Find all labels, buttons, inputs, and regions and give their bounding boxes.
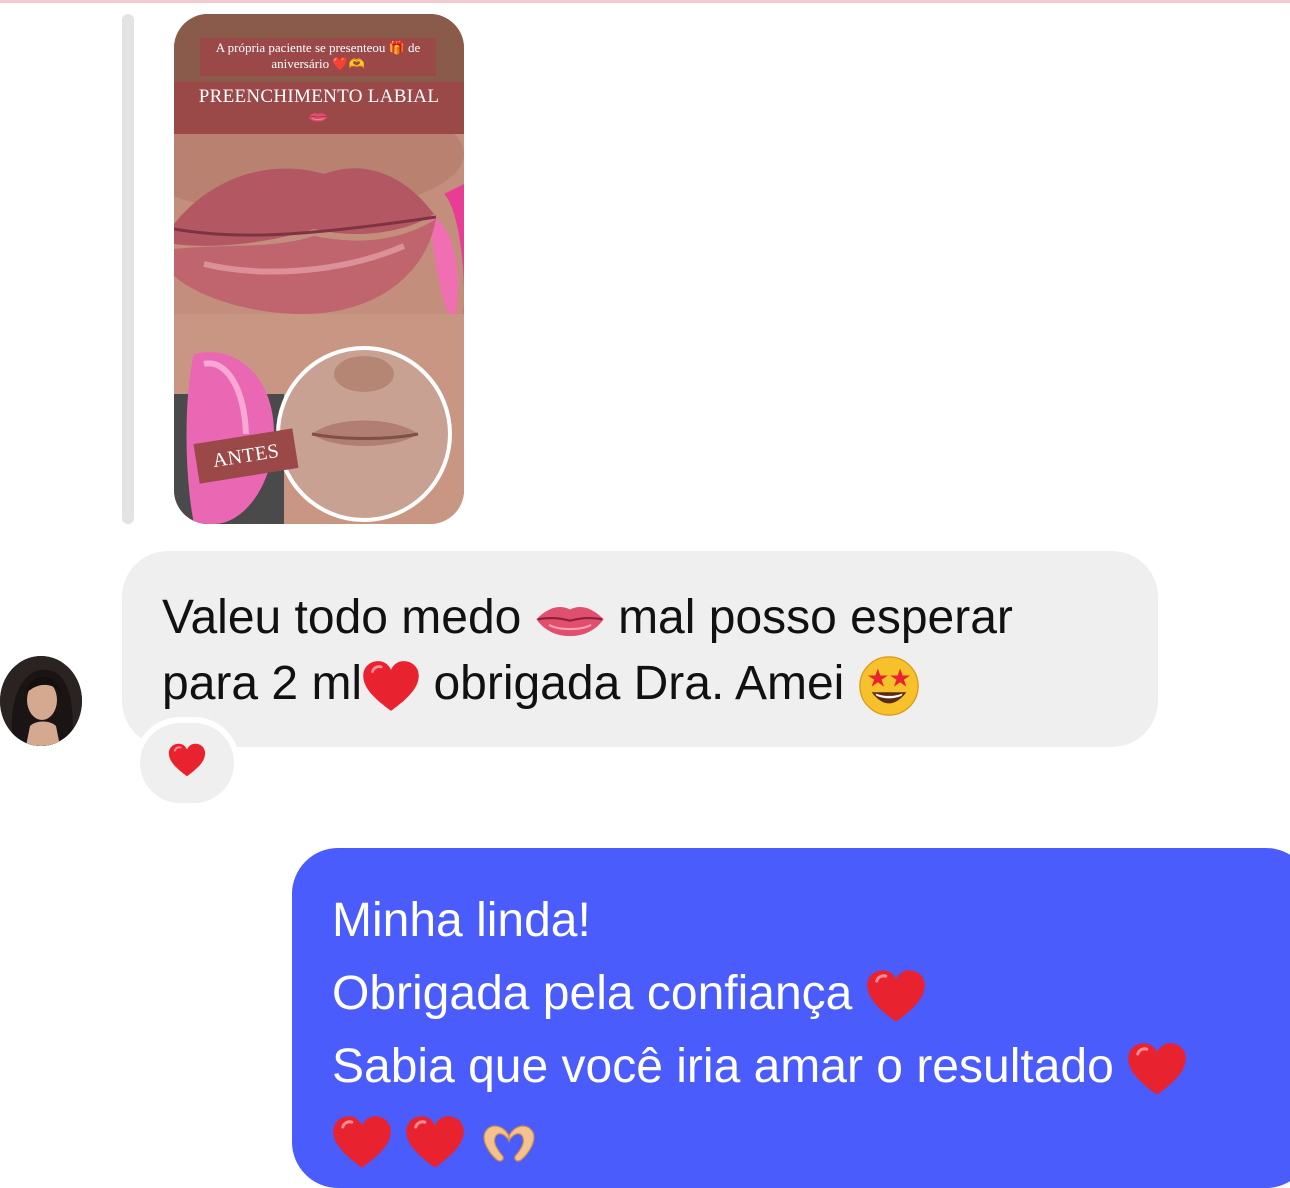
red-heart-emoji-icon bbox=[362, 660, 420, 712]
story-reply-preview[interactable]: A própria paciente se presenteou 🎁 de an… bbox=[174, 14, 464, 524]
star-struck-emoji-icon bbox=[858, 655, 920, 717]
story-caption: A própria paciente se presenteou 🎁 de an… bbox=[200, 38, 436, 76]
heart-hands-emoji-icon bbox=[479, 1118, 539, 1166]
incoming-message-line: Valeu todo medo mal posso esperar bbox=[162, 585, 1118, 651]
reply-quote-bar bbox=[122, 14, 134, 524]
outgoing-message-bubble[interactable]: Minha linda! Obrigada pela confiança Sab… bbox=[292, 848, 1290, 1188]
message-text: obrigada Dra. Amei bbox=[433, 657, 845, 710]
red-heart-emoji-icon bbox=[866, 969, 926, 1023]
message-text: Sabia que você iria amar o resultado bbox=[332, 1040, 1114, 1093]
message-text: mal posso esperar bbox=[618, 591, 1013, 644]
incoming-message-bubble[interactable]: Valeu todo medo mal posso esperar para 2… bbox=[122, 551, 1158, 747]
red-heart-emoji-icon bbox=[405, 1115, 465, 1169]
incoming-message-line: para 2 ml obrigada Dra. Amei bbox=[162, 651, 1118, 717]
outgoing-message-line: Minha linda! bbox=[332, 884, 1290, 957]
message-text: Obrigada pela confiança bbox=[332, 967, 853, 1020]
story-title: PREENCHIMENTO LABIAL bbox=[198, 86, 440, 107]
outgoing-message-line: Sabia que você iria amar o resultado bbox=[332, 1030, 1290, 1103]
top-divider bbox=[0, 0, 1290, 3]
message-reaction[interactable] bbox=[134, 717, 240, 809]
outgoing-message-line bbox=[332, 1103, 1290, 1176]
lips-emoji-icon bbox=[535, 602, 605, 638]
message-text: Valeu todo medo bbox=[162, 591, 522, 644]
avatar-image bbox=[0, 656, 82, 746]
message-text: Minha linda! bbox=[332, 894, 591, 947]
red-heart-emoji-icon bbox=[168, 743, 206, 777]
contact-avatar[interactable] bbox=[0, 656, 82, 746]
outgoing-message-line: Obrigada pela confiança bbox=[332, 957, 1290, 1030]
red-heart-emoji-icon bbox=[332, 1115, 392, 1169]
red-heart-emoji-icon bbox=[1127, 1042, 1187, 1096]
message-text: para 2 ml bbox=[162, 657, 363, 710]
lips-icon bbox=[308, 110, 328, 124]
